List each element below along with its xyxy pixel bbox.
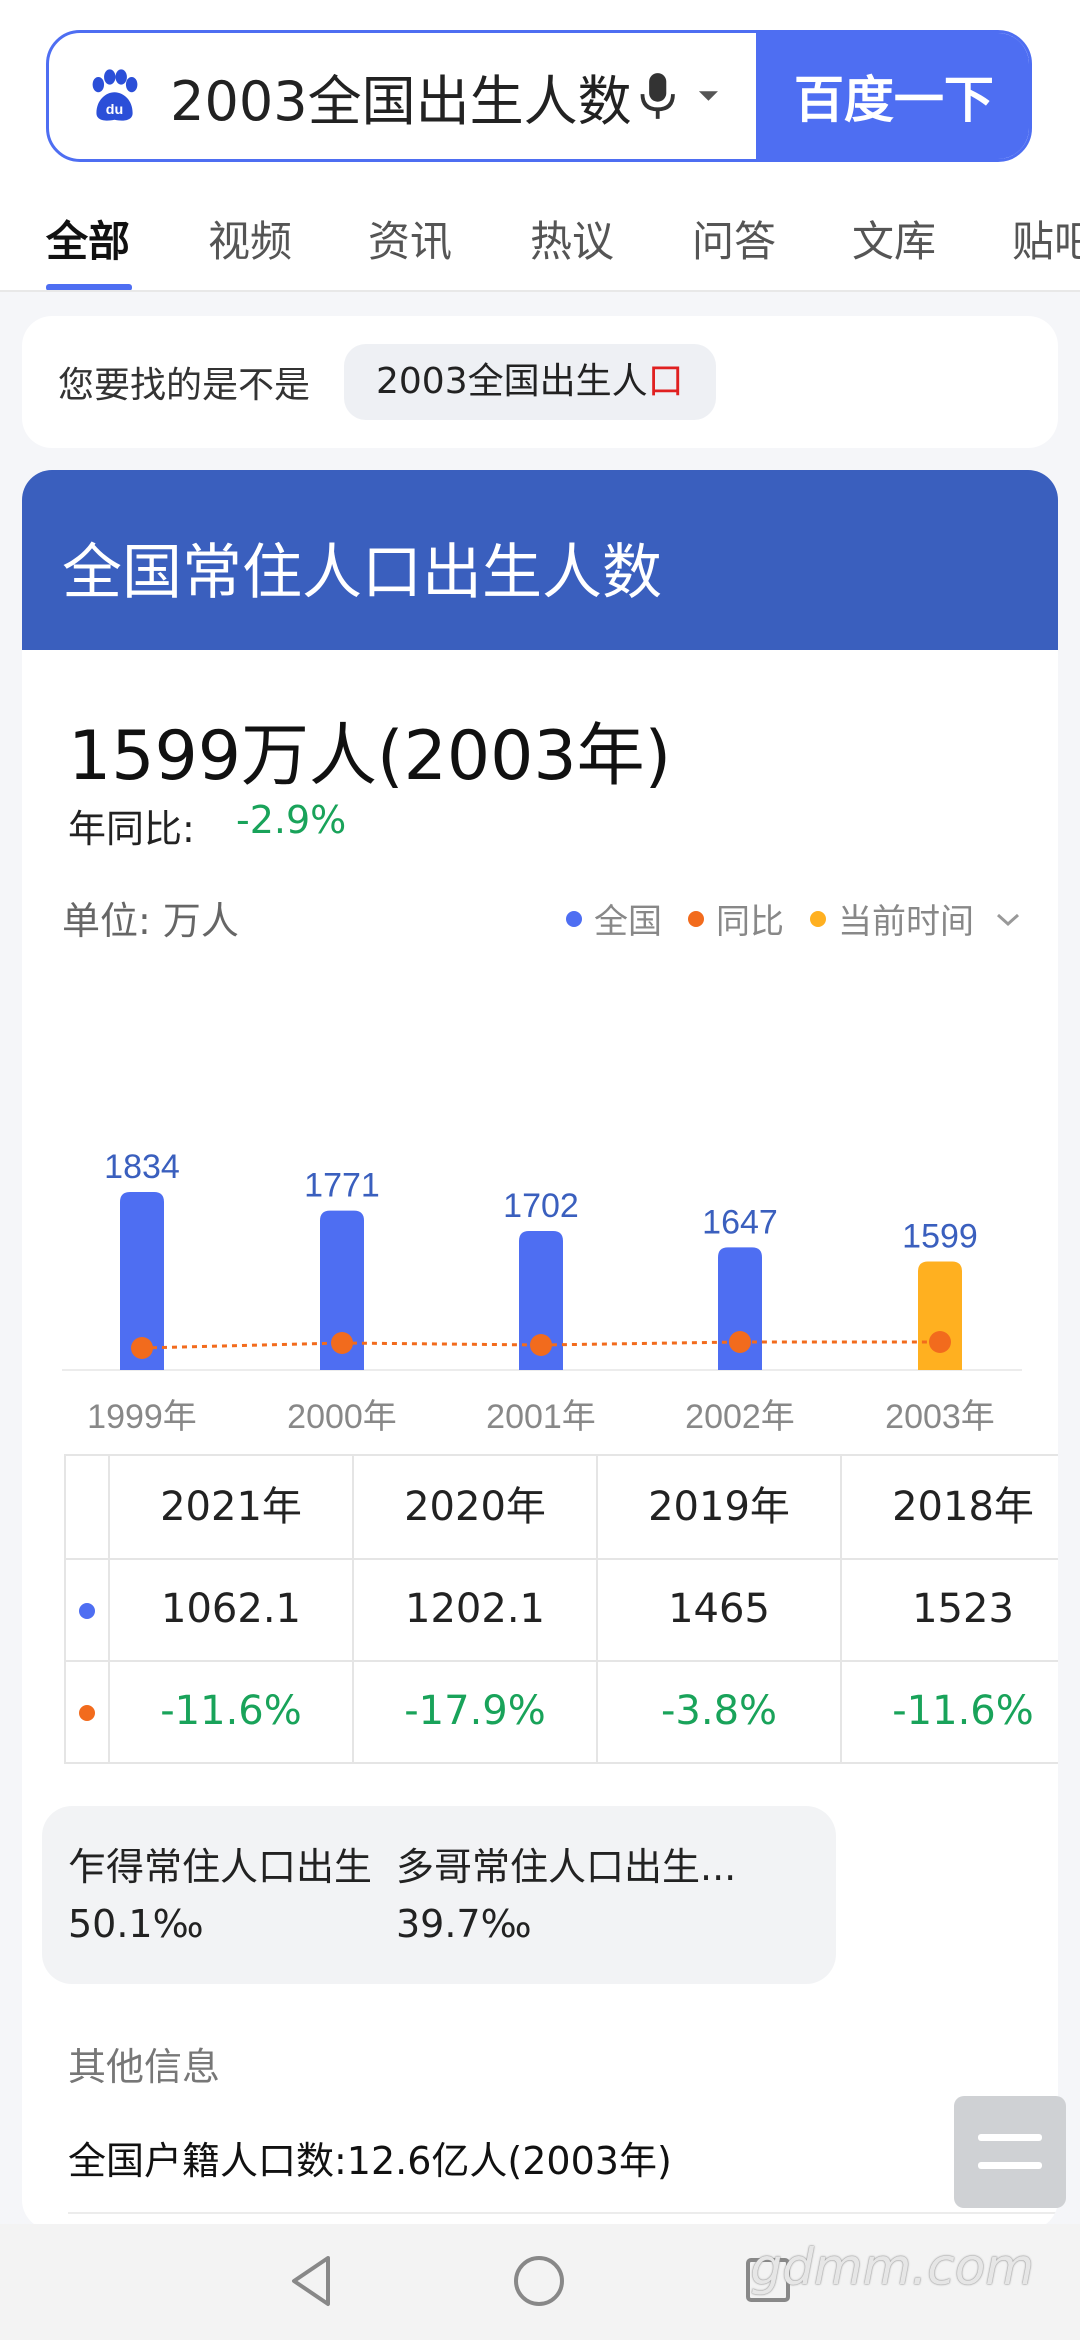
related-title: 多哥常住人口出生... <box>396 1845 737 1889</box>
table-cell: 1062.1 <box>110 1558 354 1660</box>
table-cell: 1465 <box>598 1558 842 1660</box>
table-cell: 1202.1 <box>354 1558 598 1660</box>
legend-label: 当前时间 <box>838 902 974 942</box>
series-marker-dot <box>79 1603 95 1619</box>
chart-x-tick-label: 1999年 <box>87 1398 197 1436</box>
table-header-cell: 2018年 <box>842 1456 1058 1558</box>
tab-discussion[interactable]: 热议 <box>530 208 614 269</box>
headline-value: 1599万人(2003年) <box>68 717 672 796</box>
related-value: 50.1‰ <box>68 1902 204 1946</box>
table-cell: -11.6% <box>842 1660 1058 1762</box>
legend-dot <box>810 910 826 927</box>
table-cell <box>66 1456 110 1558</box>
floating-menu-button[interactable] <box>954 2096 1066 2208</box>
legend-dot <box>566 910 582 927</box>
suggestion-term-highlight: 口 <box>647 361 684 402</box>
other-info-heading: 其他信息 <box>68 2045 221 2089</box>
yoy-point[interactable] <box>131 1337 153 1359</box>
other-info-item[interactable]: 全国户籍人口数:12.6亿人(2003年) <box>68 2130 672 2185</box>
table-row: 1062.1 1202.1 1465 1523 <box>66 1558 1058 1662</box>
home-icon[interactable] <box>512 2254 566 2308</box>
legend-dot <box>688 910 704 927</box>
baidu-paw-icon: du <box>92 69 138 121</box>
search-button[interactable]: 百度一下 <box>755 33 1029 159</box>
suggestion-term: 2003全国出生人 <box>376 361 648 402</box>
suggestion-label: 您要找的是不是 <box>58 365 311 406</box>
chart-data-label: 1771 <box>304 1167 380 1205</box>
series-marker-dot <box>79 1705 95 1721</box>
chevron-down-icon[interactable] <box>697 89 720 103</box>
chart-bar[interactable] <box>918 1261 962 1370</box>
search-box[interactable]: du 2003全国出生人数 百度一下 <box>46 30 1032 162</box>
chart-data-label: 1834 <box>104 1148 180 1186</box>
legend-item-yoy: 同比 <box>688 894 784 943</box>
yoy-point[interactable] <box>929 1331 951 1353</box>
table-cell <box>66 1558 110 1660</box>
unit-label: 单位: 万人 <box>62 899 239 943</box>
chevron-down-icon[interactable] <box>994 909 1022 929</box>
chart-x-tick-label: 2000年 <box>287 1398 397 1436</box>
table-header-cell: 2021年 <box>110 1456 354 1558</box>
table-header-row: 2021年 2020年 2019年 2018年 <box>66 1456 1058 1560</box>
legend-label: 全国 <box>594 902 662 942</box>
table-cell: -3.8% <box>598 1660 842 1762</box>
divider <box>0 290 1080 292</box>
table-cell: -11.6% <box>110 1660 354 1762</box>
search-header: du 2003全国出生人数 百度一下 全部 视频 资讯 热议 问答 文库 贴吧 <box>0 0 1080 292</box>
yoy-label: 年同比: <box>68 807 195 851</box>
tab-qa[interactable]: 问答 <box>692 208 776 269</box>
divider <box>68 2212 1058 2214</box>
tab-bar: 全部 视频 资讯 热议 问答 文库 贴吧 <box>0 200 1080 292</box>
watermark-logo: gdmm.com <box>750 2238 1034 2296</box>
search-input[interactable]: 2003全国出生人数 <box>170 57 631 136</box>
table-row: -11.6% -17.9% -3.8% -11.6% <box>66 1660 1058 1764</box>
yoy-point[interactable] <box>331 1332 353 1354</box>
table-cell: -17.9% <box>354 1660 598 1762</box>
tab-news[interactable]: 资讯 <box>368 208 452 269</box>
table-header-cell: 2019年 <box>598 1456 842 1558</box>
legend-item-current: 当前时间 <box>810 894 974 943</box>
yoy-point[interactable] <box>530 1334 552 1356</box>
microphone-icon[interactable] <box>632 66 683 126</box>
bar-chart: 1834 1999年 1771 2000年 1702 2001年 1647 2002年 1599… <box>62 1148 1022 1436</box>
birth-stats-card: 全国常住人口出生人数 1599万人(2003年) 年同比: -2.9% 单位: … <box>22 470 1058 2230</box>
legend-item-national: 全国 <box>566 894 662 943</box>
chart-data-label: 1702 <box>503 1187 579 1225</box>
chart-x-tick-label: 2003年 <box>885 1398 995 1436</box>
table-cell: 1523 <box>842 1558 1058 1660</box>
tab-tieba[interactable]: 贴吧 <box>1012 208 1080 269</box>
chart-data-label: 1599 <box>902 1218 978 1256</box>
table-cell <box>66 1660 110 1762</box>
card-header: 全国常住人口出生人数 <box>22 470 1058 650</box>
legend-label: 同比 <box>716 902 784 942</box>
suggestion-chip[interactable]: 2003全国出生人口 <box>344 344 716 420</box>
data-table: 2021年 2020年 2019年 2018年 1062.1 1202.1 1465 152… <box>64 1454 1058 1764</box>
related-card-togo[interactable]: 多哥常住人口出生... 39.7‰ <box>370 1806 836 1984</box>
svg-text:du: du <box>106 102 123 118</box>
menu-icon <box>978 2162 1042 2169</box>
related-title: 乍得常住人口出生... <box>68 1845 409 1889</box>
back-icon[interactable] <box>286 2252 336 2310</box>
chart-x-tick-label: 2001年 <box>486 1398 596 1436</box>
tab-all[interactable]: 全部 <box>46 208 130 269</box>
tab-video[interactable]: 视频 <box>208 208 292 269</box>
table-header-cell: 2020年 <box>354 1456 598 1558</box>
related-value: 39.7‰ <box>396 1902 532 1946</box>
chart-data-label: 1647 <box>702 1203 778 1241</box>
suggestion-card: 您要找的是不是 2003全国出生人口 <box>22 316 1058 448</box>
yoy-point[interactable] <box>729 1331 751 1353</box>
chart-x-tick-label: 2002年 <box>685 1398 795 1436</box>
yoy-value: -2.9% <box>236 798 347 842</box>
menu-icon <box>978 2134 1042 2141</box>
chart-legend[interactable]: 全国 同比 当前时间 <box>540 894 1022 943</box>
card-title: 全国常住人口出生人数 <box>62 538 662 608</box>
tab-library[interactable]: 文库 <box>852 208 936 269</box>
